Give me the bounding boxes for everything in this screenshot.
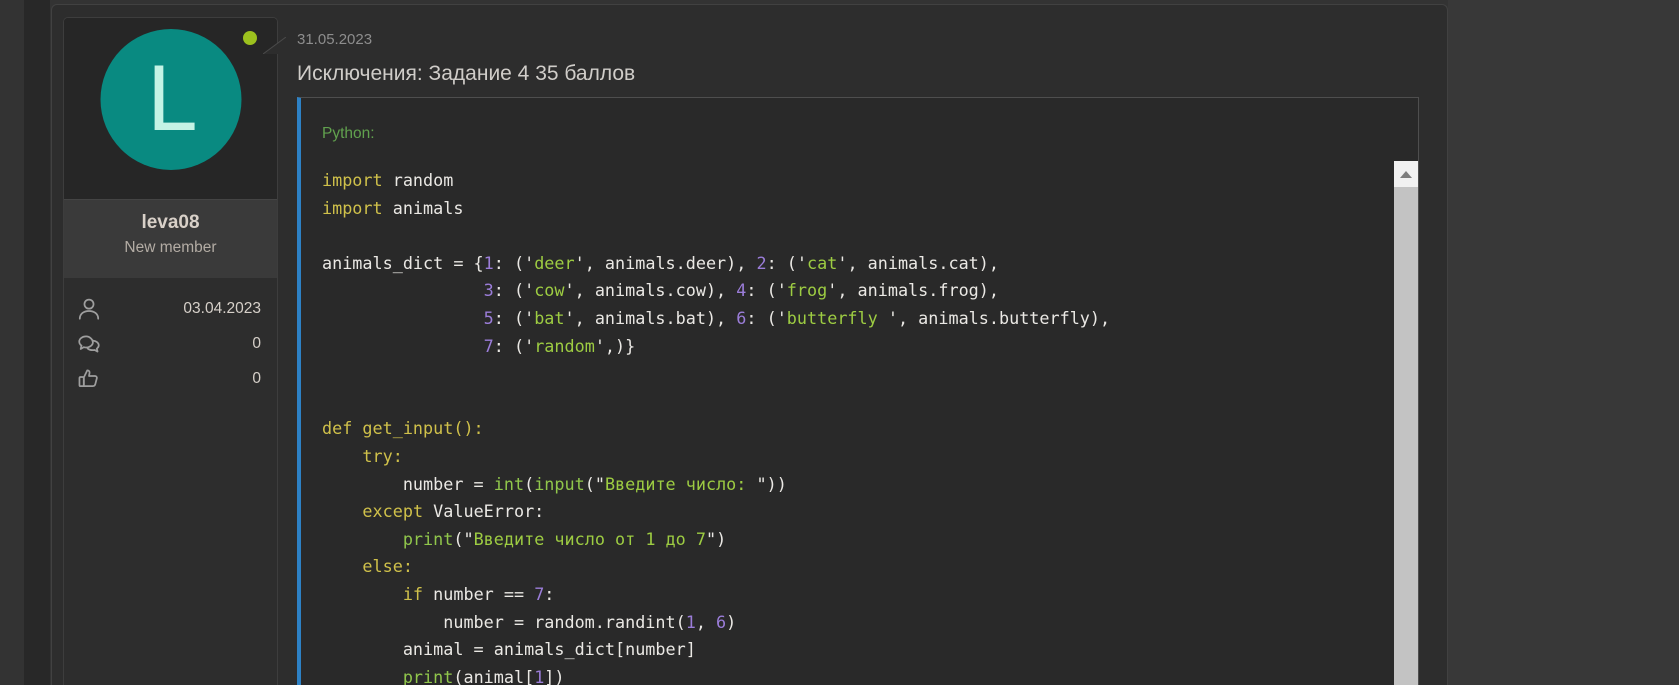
joined-date-value: 03.04.2023 [183,300,261,318]
messages-count-value: 0 [252,335,261,353]
page-left-gutter [24,0,50,685]
author-panel: L leva08 New member 03.04.2023 [63,17,278,685]
code-line: number = random.randint(1, 6) [322,609,1368,637]
username[interactable]: leva08 [64,212,277,234]
code-line: print(animal[1]) [322,664,1368,685]
code-line: else: [322,553,1368,581]
forum-post-page: L leva08 New member 03.04.2023 [0,0,1679,685]
avatar[interactable]: L [100,29,241,170]
avatar-letter: L [146,56,195,144]
code-line: if number == 7: [322,581,1368,609]
code-line: number = int(input("Введите число: ")) [322,471,1368,499]
post-date[interactable]: 31.05.2023 [286,17,372,49]
message-cell: 31.05.2023 Исключения: Задание 4 35 балл… [286,17,1445,685]
likes-icon [76,366,102,392]
code-line: try: [322,443,1368,471]
message-bubble-notch [263,37,286,54]
code-line [322,222,1368,250]
code-scroll-area: import randomimport animals animals_dict … [301,161,1418,685]
code-pre: import randomimport animals animals_dict … [301,161,1418,685]
user-stats: 03.04.2023 0 0 [64,278,277,392]
user-banner: leva08 New member [64,199,277,278]
user-icon [76,296,102,322]
code-line: 5: ('bat', animals.bat), 6: ('butterfly … [322,305,1368,333]
code-line: def get_input(): [322,415,1368,443]
scrollbar-thumb[interactable] [1394,187,1418,685]
post-title: Исключения: Задание 4 35 баллов [297,61,1445,87]
stat-row-likes: 0 [76,366,261,392]
code-line [322,388,1368,416]
code-line: 7: ('random',)} [322,333,1368,361]
post-card: L leva08 New member 03.04.2023 [51,4,1448,685]
code-line: 3: ('cow', animals.cow), 4: ('frog', ani… [322,277,1368,305]
user-title: New member [64,239,277,257]
scrollbar-up-button[interactable] [1394,161,1418,187]
code-block: Python: import randomimport animals anima… [297,97,1419,685]
scroll-up-arrow-icon [1400,171,1412,178]
online-status-dot [243,31,257,45]
code-line [322,360,1368,388]
avatar-box: L [64,18,277,199]
stat-row-messages: 0 [76,331,261,357]
code-line: print("Введите число от 1 до 7") [322,526,1368,554]
code-language-label: Python: [301,98,1418,144]
code-line: animals_dict = {1: ('deer', animals.deer… [322,250,1368,278]
code-line: import animals [322,195,1368,223]
page-right-background [1448,0,1679,685]
code-line: except ValueError: [322,498,1368,526]
code-scrollbar[interactable] [1394,161,1418,685]
stat-row-joined: 03.04.2023 [76,296,261,322]
code-line: animal = animals_dict[number] [322,636,1368,664]
code-line: import random [322,167,1368,195]
likes-count-value: 0 [252,370,261,388]
messages-icon [76,331,102,357]
